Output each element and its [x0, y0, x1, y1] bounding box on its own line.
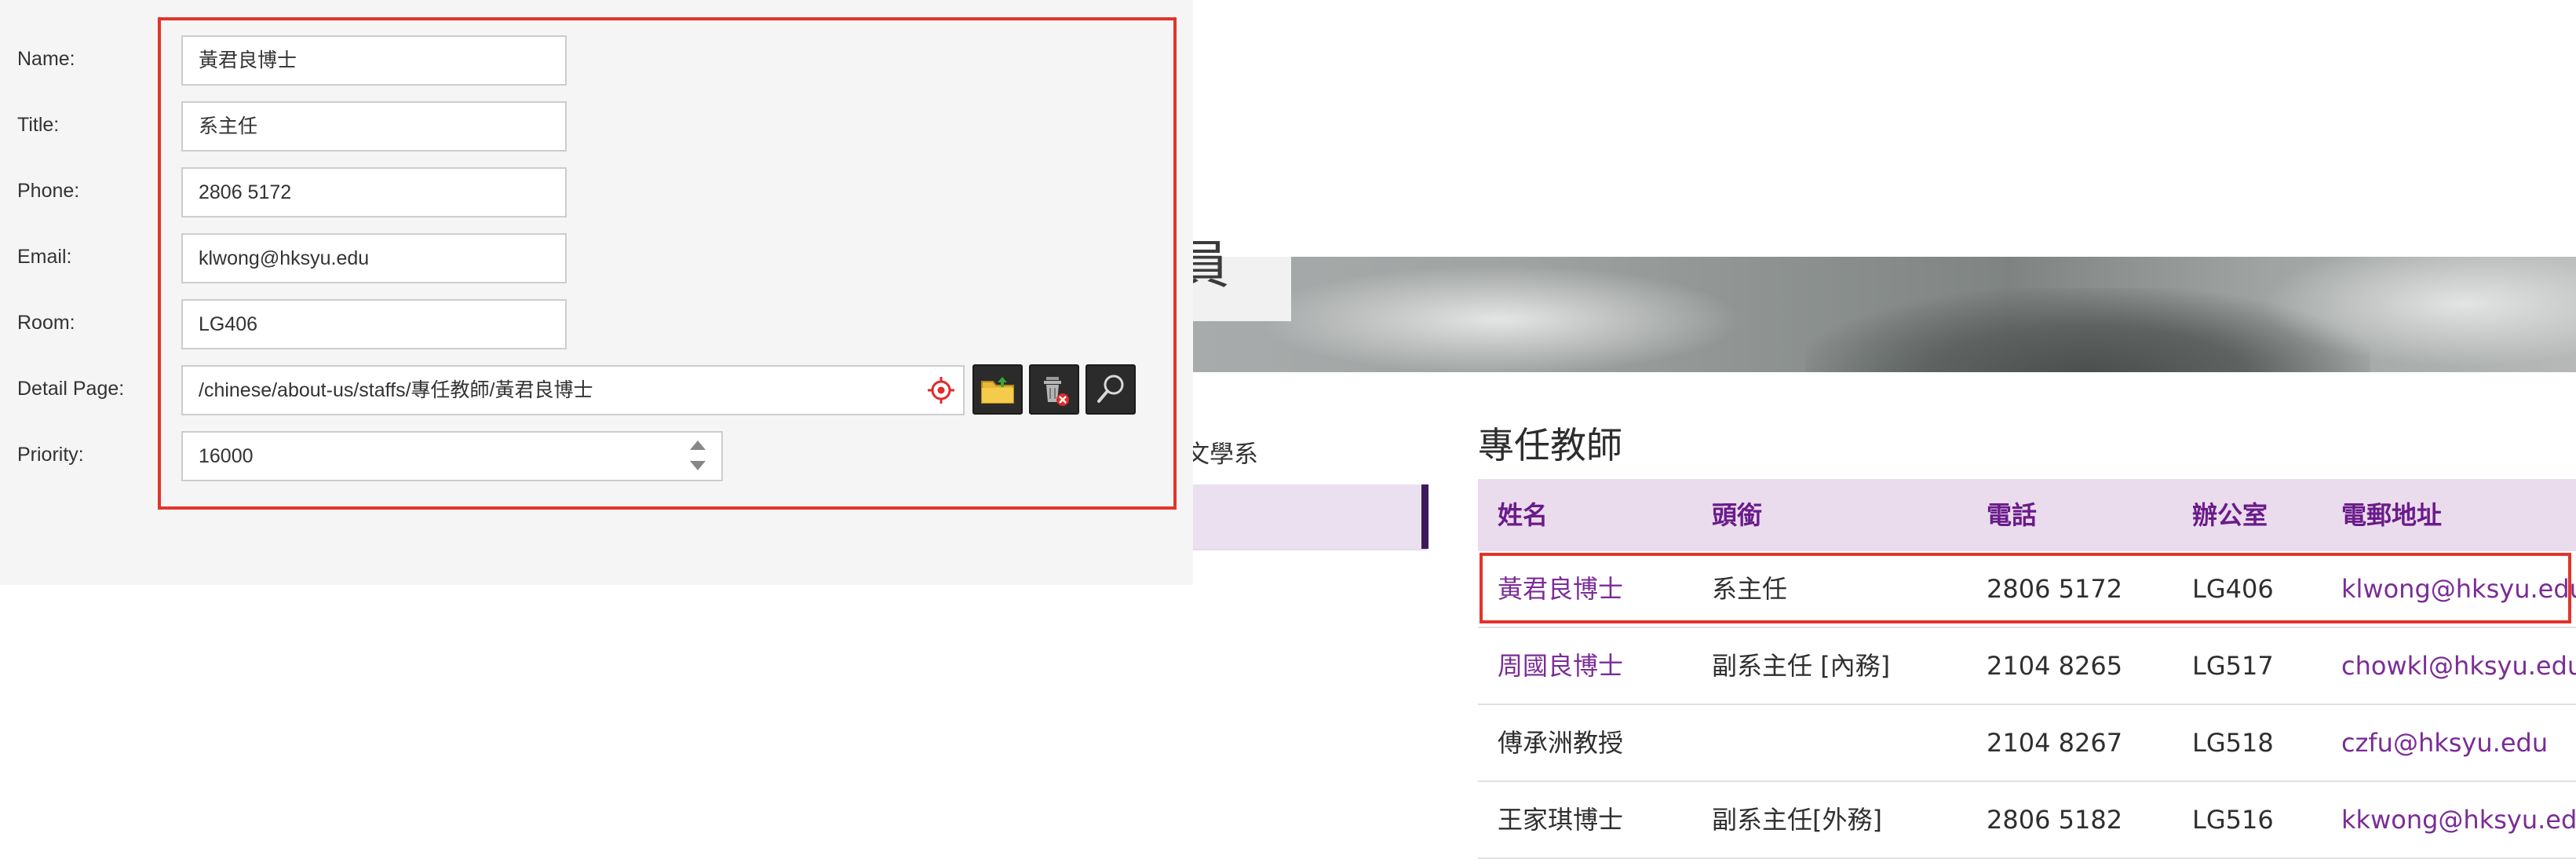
title-label: Title:: [17, 114, 60, 136]
header-email: 電郵地址: [2341, 500, 2443, 530]
header-room: 辦公室: [2192, 500, 2268, 530]
staff-phone: 2104 8265: [1987, 651, 2123, 681]
email-field[interactable]: klwong@hksyu.edu: [181, 233, 567, 283]
title-field[interactable]: 系主任: [181, 101, 567, 152]
phone-field[interactable]: 2806 5172: [181, 167, 567, 217]
open-folder-button[interactable]: [972, 364, 1023, 415]
staff-name-link[interactable]: 黃君良博士: [1498, 551, 1623, 627]
sidebar-item-department[interactable]: 文學系: [1185, 434, 1258, 470]
staff-email-link[interactable]: chowkl@hksyu.edu: [2341, 628, 2576, 704]
detail-page-label: Detail Page:: [17, 378, 125, 400]
staff-phone: 2806 5182: [1987, 805, 2123, 835]
staff-phone: 2806 5172: [1987, 574, 2123, 604]
folder-upload-icon: [981, 377, 1014, 404]
name-label: Name:: [17, 48, 75, 70]
header-name: 姓名: [1498, 500, 1549, 530]
table-row: 黃君良博士 系主任 2806 5172 LG406 klwong@hksyu.e…: [1478, 551, 2576, 628]
staff-title: 副系主任 [內務]: [1712, 651, 1891, 681]
staff-room: LG516: [2192, 805, 2274, 835]
locate-target-icon[interactable]: [927, 376, 955, 404]
staff-name: 王家琪博士: [1498, 805, 1624, 835]
section-title: 專任教師: [1478, 424, 1622, 466]
staff-name-link[interactable]: 周國良博士: [1498, 628, 1623, 704]
stepper-arrows[interactable]: [690, 437, 707, 477]
priority-label: Priority:: [17, 444, 84, 466]
header-title: 頭銜: [1712, 500, 1763, 530]
room-label: Room:: [17, 312, 75, 334]
detail-page-value: /chinese/about-us/staffs/專任教師/黃君良博士: [199, 379, 593, 401]
sidebar-item-active[interactable]: [1162, 484, 1427, 550]
room-field[interactable]: LG406: [181, 299, 567, 349]
search-button[interactable]: [1085, 364, 1136, 415]
email-label: Email:: [17, 246, 72, 268]
staff-editor-panel: Name: 黃君良博士 Title: 系主任 Phone: 2806 5172 …: [0, 0, 1193, 585]
staff-title: 副系主任[外務]: [1712, 805, 1882, 835]
staff-email-link[interactable]: klwong@hksyu.edu: [2341, 551, 2576, 627]
staff-room: LG517: [2192, 651, 2274, 681]
staff-email-link[interactable]: czfu@hksyu.edu: [2341, 705, 2548, 780]
priority-stepper[interactable]: 16000: [181, 431, 723, 481]
name-field[interactable]: 黃君良博士: [181, 35, 567, 86]
phone-label: Phone:: [17, 180, 80, 202]
staff-email-link[interactable]: kkwong@hksyu.edu: [2341, 782, 2576, 857]
priority-value: 16000: [199, 445, 254, 467]
staff-name: 傅承洲教授: [1498, 728, 1624, 758]
chevron-up-icon[interactable]: [690, 440, 706, 450]
delete-button[interactable]: [1029, 364, 1079, 415]
header-phone: 電話: [1987, 500, 2038, 530]
staff-table: 姓名 頭銜 電話 辦公室 電郵地址 黃君良博士 系主任 2806 5172 LG…: [1478, 479, 2576, 859]
staff-phone: 2104 8267: [1987, 728, 2123, 758]
search-icon: [1097, 375, 1124, 403]
table-row: 周國良博士 副系主任 [內務] 2104 8265 LG517 chowkl@h…: [1478, 628, 2576, 705]
active-indicator: [1421, 484, 1428, 549]
staff-room: LG518: [2192, 728, 2274, 758]
chevron-down-icon[interactable]: [690, 461, 706, 470]
table-header-row: 姓名 頭銜 電話 辦公室 電郵地址: [1478, 479, 2576, 551]
table-row: 王家琪博士 副系主任[外務] 2806 5182 LG516 kkwong@hk…: [1478, 782, 2576, 859]
delete-icon: [1044, 377, 1069, 406]
staff-title: 系主任: [1712, 574, 1788, 604]
staff-room: LG406: [2192, 574, 2274, 604]
table-row: 傅承洲教授 2104 8267 LG518 czfu@hksyu.edu: [1478, 705, 2576, 782]
detail-page-field[interactable]: /chinese/about-us/staffs/專任教師/黃君良博士: [181, 365, 965, 415]
hero-banner-image: [1162, 257, 2576, 372]
